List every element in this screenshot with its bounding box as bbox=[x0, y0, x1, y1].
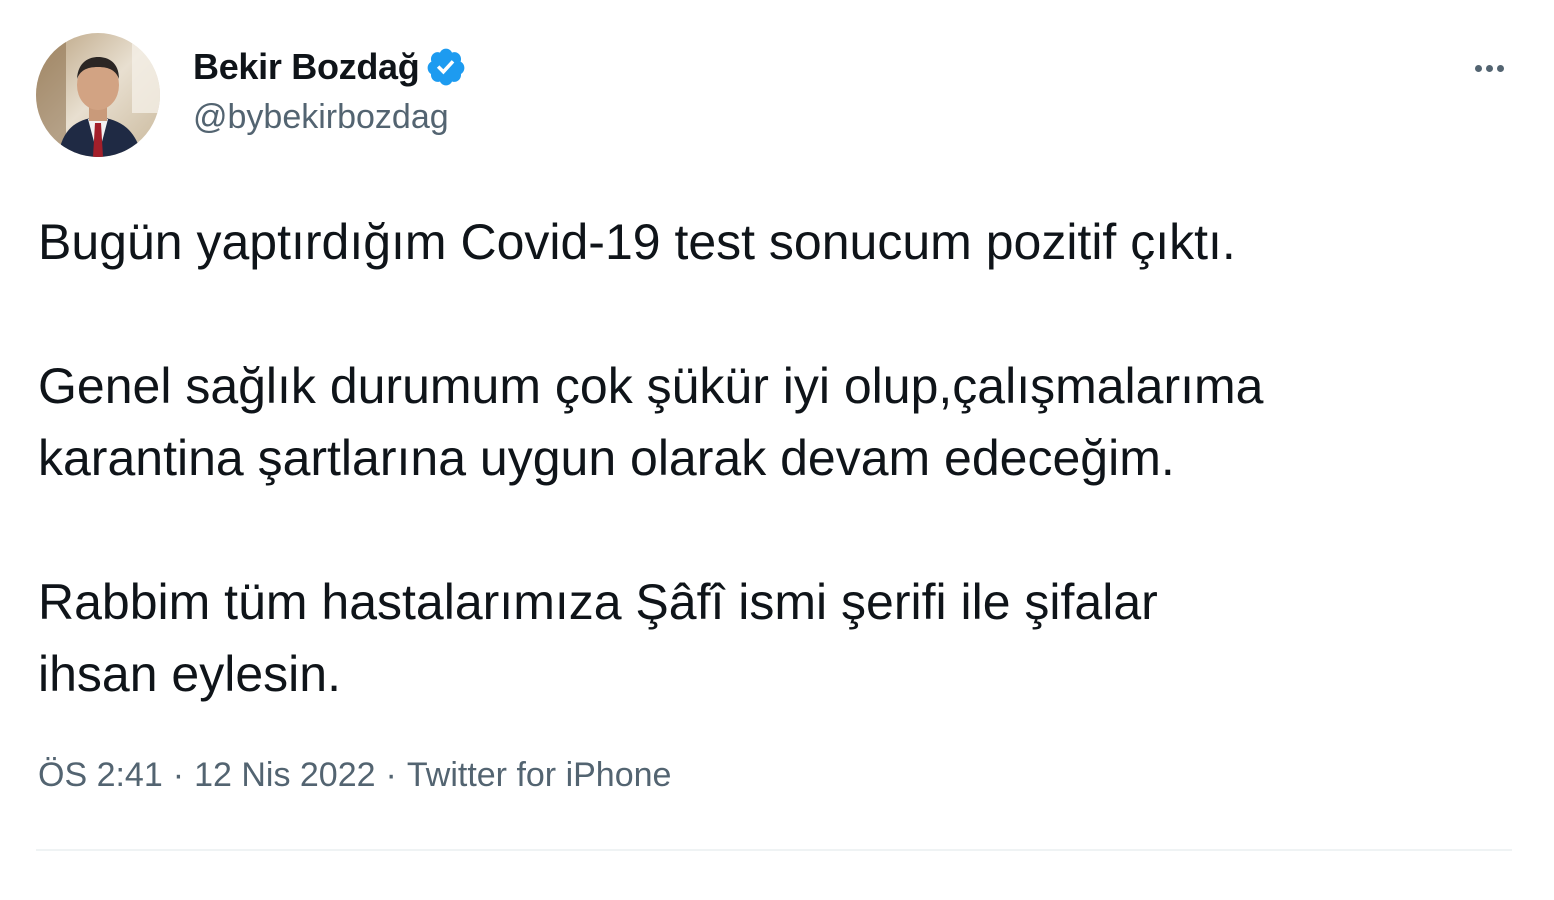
author-handle[interactable]: @bybekirbozdag bbox=[193, 98, 449, 137]
tweet-text-line: Rabbim tüm hastalarımıza Şâfî ismi şerif… bbox=[38, 574, 1158, 630]
tweet-text-line: ihsan eylesin. bbox=[38, 646, 341, 702]
divider bbox=[36, 849, 1512, 851]
tweet-date[interactable]: 12 Nis 2022 bbox=[194, 756, 375, 795]
meta-separator: · bbox=[385, 756, 397, 794]
author-display-name[interactable]: Bekir Bozdağ bbox=[193, 46, 420, 88]
meta-separator: · bbox=[172, 756, 185, 794]
author-name-row: Bekir Bozdağ bbox=[193, 44, 467, 90]
tweet-metadata: ÖS 2:41 · 12 Nis 2022 · Twitter for iPho… bbox=[38, 756, 671, 795]
tweet-text-line: Bugün yaptırdığım Covid-19 test sonucum … bbox=[38, 214, 1236, 270]
avatar[interactable] bbox=[36, 33, 160, 157]
more-horizontal-icon-dot bbox=[1496, 64, 1504, 72]
more-options-button[interactable] bbox=[1462, 48, 1516, 88]
more-horizontal-icon-dot bbox=[1485, 64, 1493, 72]
tweet: Bekir Bozdağ @bybekirbozdag Bugün yaptır… bbox=[0, 0, 1554, 900]
tweet-text: Bugün yaptırdığım Covid-19 test sonucum … bbox=[38, 206, 1528, 710]
tweet-source[interactable]: Twitter for iPhone bbox=[407, 756, 672, 795]
tweet-time[interactable]: ÖS 2:41 bbox=[38, 756, 163, 795]
tweet-text-line: karantina şartlarına uygun olarak devam … bbox=[38, 430, 1175, 486]
tweet-text-line: Genel sağlık durumum çok şükür iyi olup,… bbox=[38, 358, 1264, 414]
verified-badge-icon bbox=[425, 46, 467, 88]
more-horizontal-icon bbox=[1474, 64, 1482, 72]
